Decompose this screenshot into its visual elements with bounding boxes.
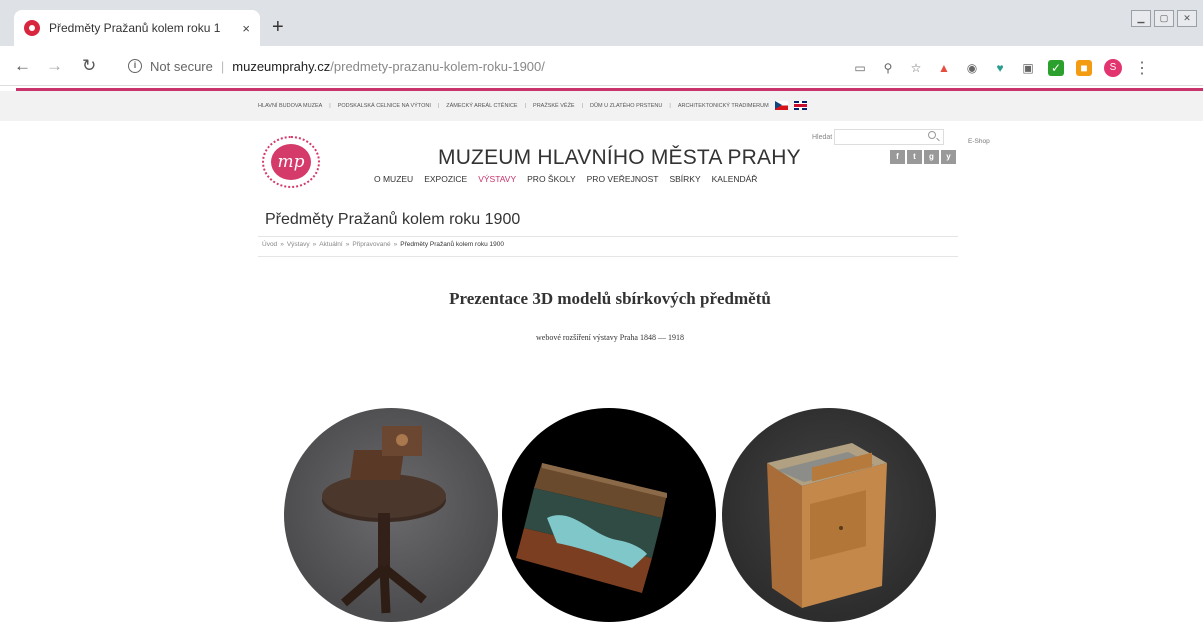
extension-heart-icon[interactable]: ♥ — [992, 60, 1008, 76]
browser-menu-icon[interactable]: ⋮ — [1134, 58, 1150, 78]
address-bar[interactable]: i Not secure | muzeumprahy.cz /predmety-… — [116, 52, 830, 80]
zoom-icon[interactable]: ⚲ — [880, 60, 896, 76]
star-icon[interactable]: ☆ — [908, 60, 924, 76]
divider — [258, 236, 958, 237]
breadcrumb-home[interactable]: Úvod — [262, 241, 277, 248]
top-links: HLAVNÍ BUDOVA MUZEA | PODSKALSKÁ CELNICE … — [258, 101, 807, 110]
breadcrumb-upcoming[interactable]: Připravované — [352, 241, 390, 248]
nav-item-schools[interactable]: PRO ŠKOLY — [527, 174, 576, 184]
nav-item-exhibitions[interactable]: VÝSTAVY — [478, 174, 516, 184]
extension-check-icon[interactable]: ✓ — [1048, 60, 1064, 76]
object-card-glove-box[interactable] — [502, 408, 716, 622]
forward-icon[interactable]: → — [46, 56, 63, 76]
search-label: Hledat — [812, 133, 833, 141]
reload-icon[interactable]: ↻ — [82, 56, 96, 76]
social-icons: f t g y — [890, 150, 956, 164]
english-flag-icon[interactable] — [793, 101, 807, 110]
tab-close-icon[interactable]: × — [242, 21, 250, 36]
browser-tab[interactable]: Předměty Pražanů kolem roku 1 × — [14, 10, 260, 46]
extension-box-icon[interactable]: ▣ — [1020, 60, 1036, 76]
breadcrumb-exhibitions[interactable]: Výstavy — [287, 241, 310, 248]
nav-item-calendar[interactable]: KALENDÁŘ — [712, 174, 758, 184]
object-card-table-with-box[interactable] — [284, 408, 498, 622]
presentation-subheading: webové rozšíření výstavy Praha 1848 — 19… — [536, 333, 684, 342]
eshop-link[interactable]: E-Shop — [968, 138, 990, 145]
page-title: Předměty Pražanů kolem roku 1900 — [265, 211, 521, 228]
minimize-button[interactable]: ▁ — [1131, 10, 1151, 27]
new-tab-button[interactable]: + — [272, 17, 284, 37]
search-box: Hledat — [812, 129, 945, 145]
profile-avatar[interactable]: S — [1104, 59, 1122, 77]
not-secure-label: Not secure — [150, 58, 213, 74]
museum-logo[interactable]: mp — [262, 136, 320, 188]
browser-toolbar: ← → ↻ i Not secure | muzeumprahy.cz /pre… — [0, 46, 1203, 86]
main-nav: O MUZEU EXPOZICE VÝSTAVY PRO ŠKOLY PRO V… — [374, 174, 757, 184]
extension-icons: ▭ ⚲ ☆ ▲ ◉ ♥ ▣ ✓ ■ S ⋮ — [852, 58, 1150, 78]
back-icon[interactable]: ← — [14, 56, 31, 76]
cast-icon[interactable]: ▭ — [852, 60, 868, 76]
top-link-golden-ring[interactable]: DŮM U ZLATÉHO PRSTENU — [590, 103, 662, 109]
czech-flag-icon[interactable] — [774, 101, 788, 110]
breadcrumb: Úvod» Výstavy» Aktuální» Připravované» P… — [262, 241, 504, 248]
cabinet-image — [767, 443, 887, 608]
search-icon[interactable] — [928, 131, 937, 139]
youtube-icon[interactable]: y — [941, 150, 956, 164]
tab-title: Předměty Pražanů kolem roku 1 — [49, 21, 221, 35]
site-favicon-icon — [24, 20, 40, 36]
top-link-towers[interactable]: PRAŽSKÉ VĚŽE — [533, 103, 575, 109]
url-host: muzeumprahy.cz — [232, 58, 331, 74]
site-title[interactable]: MUZEUM HLAVNÍHO MĚSTA PRAHY — [438, 146, 801, 170]
nav-item-about[interactable]: O MUZEU — [374, 174, 413, 184]
close-window-button[interactable]: ✕ — [1177, 10, 1197, 27]
nav-item-exhibitions-permanent[interactable]: EXPOZICE — [424, 174, 467, 184]
url-path: /predmety-prazanu-kolem-roku-1900/ — [330, 58, 545, 74]
window-controls: ▁ ▢ ✕ — [1131, 10, 1197, 27]
table-with-box-image — [322, 426, 446, 614]
top-link-customs-house[interactable]: PODSKALSKÁ CELNICE NA VÝTONI — [338, 103, 431, 109]
info-icon[interactable]: i — [128, 59, 142, 73]
divider — [258, 256, 958, 257]
address-separator: | — [220, 58, 225, 74]
presentation-heading: Prezentace 3D modelů sbírkových předmětů — [449, 289, 771, 308]
top-link-main-building[interactable]: HLAVNÍ BUDOVA MUZEA — [258, 103, 322, 109]
glove-box-image — [516, 463, 667, 593]
google-plus-icon[interactable]: g — [924, 150, 939, 164]
twitter-icon[interactable]: t — [907, 150, 922, 164]
object-card-cabinet[interactable] — [722, 408, 936, 622]
nav-item-collections[interactable]: SBÍRKY — [669, 174, 700, 184]
top-link-architecture[interactable]: ARCHITEKTONICKÝ TRADIMERUM — [678, 103, 769, 109]
facebook-icon[interactable]: f — [890, 150, 905, 164]
extension-shield-icon[interactable]: ◉ — [964, 60, 980, 76]
maximize-button[interactable]: ▢ — [1154, 10, 1174, 27]
logo-mark: mp — [271, 144, 311, 180]
top-link-ctenice[interactable]: ZÁMECKÝ AREÁL CTĚNICE — [446, 103, 517, 109]
browser-tab-bar: Předměty Pražanů kolem roku 1 × + ▁ ▢ ✕ — [0, 0, 1203, 46]
extension-drive-icon[interactable]: ▲ — [936, 60, 952, 76]
nav-item-public[interactable]: PRO VEŘEJNOST — [587, 174, 659, 184]
breadcrumb-current-exhibitions[interactable]: Aktuální — [319, 241, 343, 248]
extension-orange-icon[interactable]: ■ — [1076, 60, 1092, 76]
breadcrumb-current: Předměty Pražanů kolem roku 1900 — [400, 241, 504, 248]
